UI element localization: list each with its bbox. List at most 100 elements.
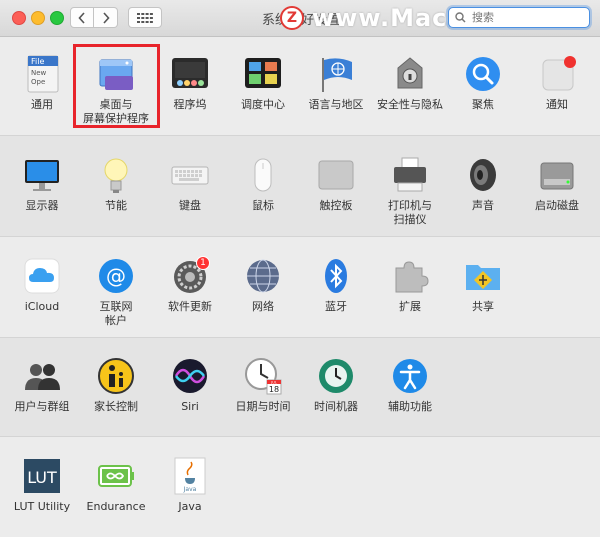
pref-label: 启动磁盘: [535, 199, 579, 212]
pref-network[interactable]: 网络: [223, 256, 303, 314]
pref-label: 日期与时间: [235, 400, 291, 413]
highlight-box: [73, 44, 160, 128]
chevron-right-icon: [102, 11, 110, 24]
grid-icon: [137, 12, 153, 23]
pref-lut-utility[interactable]: LUT LUT Utility: [2, 456, 82, 514]
java-icon: Java: [170, 456, 210, 496]
pref-label: Endurance: [86, 500, 146, 513]
pref-bluetooth[interactable]: 蓝牙: [296, 256, 376, 314]
pref-dock[interactable]: 程序坞: [150, 54, 230, 112]
pref-label: 程序坞: [173, 98, 207, 111]
pref-label: 安全性与隐私: [377, 98, 443, 111]
svg-text:File: File: [31, 57, 44, 66]
pref-accessibility[interactable]: 辅助功能: [370, 356, 450, 414]
keyboard-icon: [170, 155, 210, 195]
show-all-button[interactable]: [128, 7, 162, 28]
energy-saver-icon: [96, 155, 136, 195]
mouse-icon: [243, 155, 283, 195]
forward-button[interactable]: [94, 7, 118, 28]
users-groups-icon: [22, 356, 62, 396]
pref-label: 时间机器: [314, 400, 358, 413]
pref-label: 节能: [105, 199, 127, 212]
pref-label: iCloud: [24, 300, 60, 313]
pref-time-machine[interactable]: 时间机器: [296, 356, 376, 414]
pref-language-region[interactable]: 语言与地区: [296, 54, 376, 112]
pref-label: 共享: [472, 300, 494, 313]
close-button[interactable]: [12, 11, 26, 25]
pref-notifications[interactable]: 通知: [517, 54, 597, 112]
pref-label: 通知: [546, 98, 568, 111]
pref-endurance[interactable]: Endurance: [76, 456, 156, 514]
bluetooth-icon: [316, 256, 356, 296]
pref-icloud[interactable]: iCloud: [2, 256, 82, 314]
sharing-icon: [463, 256, 503, 296]
language-region-icon: [316, 54, 356, 94]
search-icon: [455, 12, 466, 23]
pref-label: 语言与地区: [308, 98, 364, 111]
search-input[interactable]: [470, 10, 584, 25]
extensions-icon: [390, 256, 430, 296]
printer-icon: [390, 155, 430, 195]
pref-internet-accounts[interactable]: @ 互联网 帐户: [76, 256, 156, 328]
pref-printers-scanners[interactable]: 打印机与 扫描仪: [370, 155, 450, 227]
pref-software-update[interactable]: 1 软件更新: [150, 256, 230, 314]
pref-label: 网络: [252, 300, 274, 313]
pref-label: 辅助功能: [388, 400, 432, 413]
pref-label: 鼠标: [252, 199, 274, 212]
back-button[interactable]: [70, 7, 94, 28]
pref-siri[interactable]: Siri: [150, 356, 230, 414]
sound-icon: [463, 155, 503, 195]
displays-icon: [22, 155, 62, 195]
lut-utility-icon: LUT: [22, 456, 62, 496]
pref-label: 显示器: [25, 199, 59, 212]
notifications-icon: [537, 54, 577, 94]
pref-label: Siri: [181, 400, 199, 413]
pref-security-privacy[interactable]: 安全性与隐私: [370, 54, 450, 112]
pref-general[interactable]: File New Ope 通用: [2, 54, 82, 112]
pref-users-groups[interactable]: 用户与群组: [2, 356, 82, 414]
pref-sound[interactable]: 声音: [443, 155, 523, 213]
pref-spotlight[interactable]: 聚焦: [443, 54, 523, 112]
pref-startup-disk[interactable]: 启动磁盘: [517, 155, 597, 213]
pref-label: 用户与群组: [14, 400, 70, 413]
pref-label: 调度中心: [241, 98, 285, 111]
pref-mission-control[interactable]: 调度中心: [223, 54, 303, 112]
pref-parental-controls[interactable]: 家长控制: [76, 356, 156, 414]
pref-label: 键盘: [179, 199, 201, 212]
svg-text:Java: Java: [183, 486, 197, 493]
pref-label: 声音: [472, 199, 494, 212]
pref-label: 打印机与 扫描仪: [388, 199, 432, 226]
pref-sharing[interactable]: 共享: [443, 256, 523, 314]
pref-label: Java: [178, 500, 202, 513]
mission-control-icon: [243, 54, 283, 94]
icloud-icon: [22, 256, 62, 296]
spotlight-icon: [463, 54, 503, 94]
pref-keyboard[interactable]: 键盘: [150, 155, 230, 213]
svg-text:JUL: JUL: [270, 380, 277, 384]
search-field[interactable]: [448, 7, 590, 28]
minimize-button[interactable]: [31, 11, 45, 25]
trackpad-icon: [316, 155, 356, 195]
zoom-button[interactable]: [50, 11, 64, 25]
pref-extensions[interactable]: 扩展: [370, 256, 450, 314]
pref-date-time[interactable]: JUL 18 日期与时间: [223, 356, 303, 414]
pref-energy-saver[interactable]: 节能: [76, 155, 156, 213]
internet-accounts-icon: @: [96, 256, 136, 296]
parental-controls-icon: [96, 356, 136, 396]
pref-label: 蓝牙: [325, 300, 347, 313]
pref-label: LUT Utility: [13, 500, 71, 513]
watermark-logo-icon: Z: [280, 6, 304, 30]
pref-displays[interactable]: 显示器: [2, 155, 82, 213]
date-time-icon: JUL 18: [243, 356, 283, 396]
endurance-icon: [96, 456, 136, 496]
pref-mouse[interactable]: 鼠标: [223, 155, 303, 213]
title-bar: 系统偏好设置 Z www.MacZ.com: [0, 0, 600, 37]
security-privacy-icon: [390, 54, 430, 94]
pref-label: 扩展: [399, 300, 421, 313]
pref-java[interactable]: Java Java: [150, 456, 230, 514]
svg-text:Ope: Ope: [31, 78, 45, 86]
startup-disk-icon: [537, 155, 577, 195]
general-icon: File New Ope: [22, 54, 62, 94]
pref-trackpad[interactable]: 触控板: [296, 155, 376, 213]
pref-label: 聚焦: [472, 98, 494, 111]
